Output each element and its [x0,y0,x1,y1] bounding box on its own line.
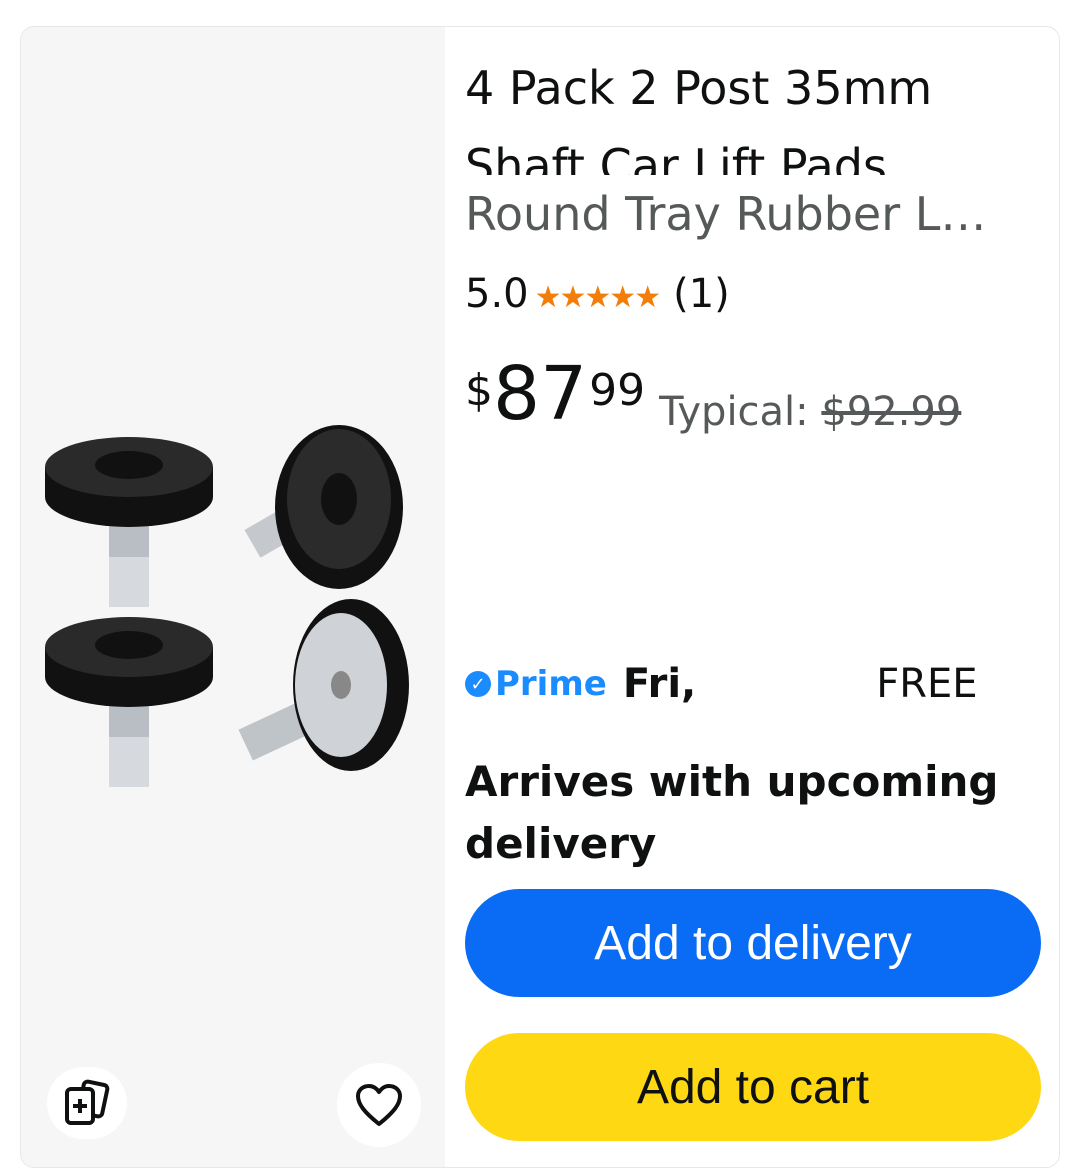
price-whole: 87 [493,351,588,437]
free-delivery-label: FREE [876,661,978,707]
product-title-line1[interactable]: 4 Pack 2 Post 35mm [465,61,1025,115]
product-title-line2[interactable]: Shaft Car Lift Pads [465,135,1025,175]
add-to-cart-button[interactable]: Add to cart [465,1033,1041,1141]
typical-price-block: Typical: $92.99 [659,389,961,435]
product-card[interactable]: 4 Pack 2 Post 35mm Shaft Car Lift Pads R… [20,26,1060,1168]
heart-icon [356,1084,402,1126]
lift-pad-3 [45,617,213,787]
rating-row[interactable]: 5.0 ★★★★★ (1) [465,271,730,317]
star-rating-icon: ★★★★★ [534,279,661,315]
delivery-day: Fri, [622,661,697,707]
prime-check-icon: ✓ [465,671,491,697]
lift-pad-4 [238,599,409,771]
wishlist-button[interactable] [337,1063,421,1147]
product-info: 4 Pack 2 Post 35mm Shaft Car Lift Pads R… [465,27,1045,1167]
review-count: (1) [673,271,730,317]
typical-label: Typical: [659,389,822,435]
product-title-line2-clip: Shaft Car Lift Pads [465,135,1025,175]
prime-delivery-row: ✓ Prime Fri, FREE [465,661,978,707]
arrival-text: Arrives with upcoming delivery [465,757,999,868]
product-subtitle[interactable]: Round Tray Rubber L… [465,187,1037,241]
price-row: $ 87 99 Typical: $92.99 [465,349,961,439]
rating-value: 5.0 [465,271,529,317]
price-symbol: $ [465,365,493,416]
prime-badge: ✓ Prime [465,664,607,704]
price-fraction: 99 [589,365,646,416]
add-to-delivery-button[interactable]: Add to delivery [465,889,1041,997]
typical-price: $92.99 [821,389,962,435]
prime-label: Prime [495,664,607,704]
compare-button[interactable] [47,1067,127,1139]
compare-icon [65,1079,110,1125]
product-image[interactable] [21,407,445,827]
lift-pad-2 [244,425,403,589]
image-panel[interactable] [21,27,445,1167]
lift-pad-1 [45,437,213,607]
